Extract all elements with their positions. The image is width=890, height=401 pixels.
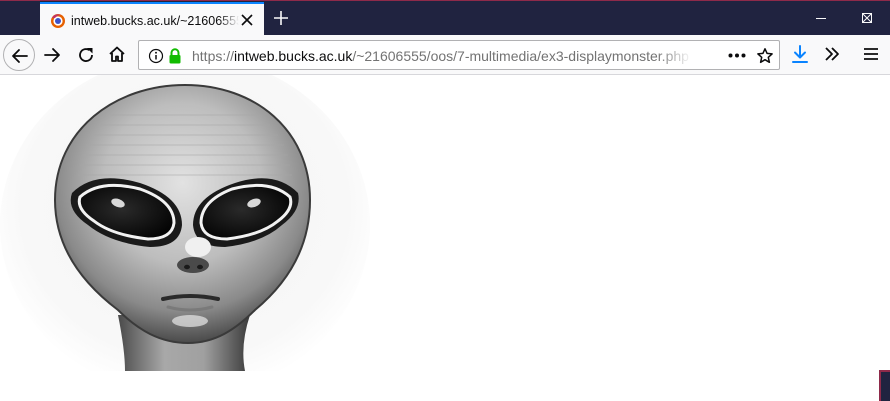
hamburger-menu-icon[interactable] (863, 47, 879, 61)
close-icon (862, 13, 872, 23)
home-icon[interactable] (108, 45, 126, 63)
back-arrow-icon (12, 49, 28, 63)
new-tab-plus-icon[interactable] (272, 9, 290, 27)
url-host: intweb.bucks.ac.uk (234, 48, 353, 64)
url-scheme: https:// (192, 48, 235, 64)
url-bar[interactable]: https://intweb.bucks.ac.uk/~21606555/oos… (138, 40, 780, 70)
download-icon[interactable] (791, 45, 809, 65)
lock-icon[interactable] (168, 48, 182, 64)
tab-strip: intweb.bucks.ac.uk/~21606555/oos/7-multi… (0, 0, 890, 36)
bookmark-star-icon[interactable] (756, 47, 774, 65)
firefox-ring-icon (51, 14, 65, 28)
page-actions-icon[interactable] (728, 53, 746, 58)
info-icon[interactable] (148, 48, 164, 64)
page-content (0, 75, 890, 401)
alien-image (0, 75, 370, 371)
window-corner-edge (879, 370, 890, 401)
url-text[interactable]: https://intweb.bucks.ac.uk/~21606555/oos… (192, 47, 692, 65)
back-button[interactable] (3, 39, 35, 71)
minimize-button[interactable] (798, 1, 844, 35)
url-path: /~21606555/oos/7-multimedia/ex3-displaym… (352, 48, 689, 64)
overflow-chevrons-icon[interactable] (824, 47, 840, 61)
tab-close-icon[interactable] (241, 14, 253, 26)
navigation-toolbar: https://intweb.bucks.ac.uk/~21606555/oos… (0, 35, 890, 75)
tab-title: intweb.bucks.ac.uk/~21606555/oos/7-multi… (71, 14, 239, 28)
window-close-button[interactable] (844, 1, 890, 35)
tab-active[interactable]: intweb.bucks.ac.uk/~21606555/oos/7-multi… (40, 2, 264, 36)
reload-icon[interactable] (77, 46, 95, 64)
minimize-icon (816, 18, 826, 19)
forward-arrow-icon[interactable] (43, 46, 61, 64)
